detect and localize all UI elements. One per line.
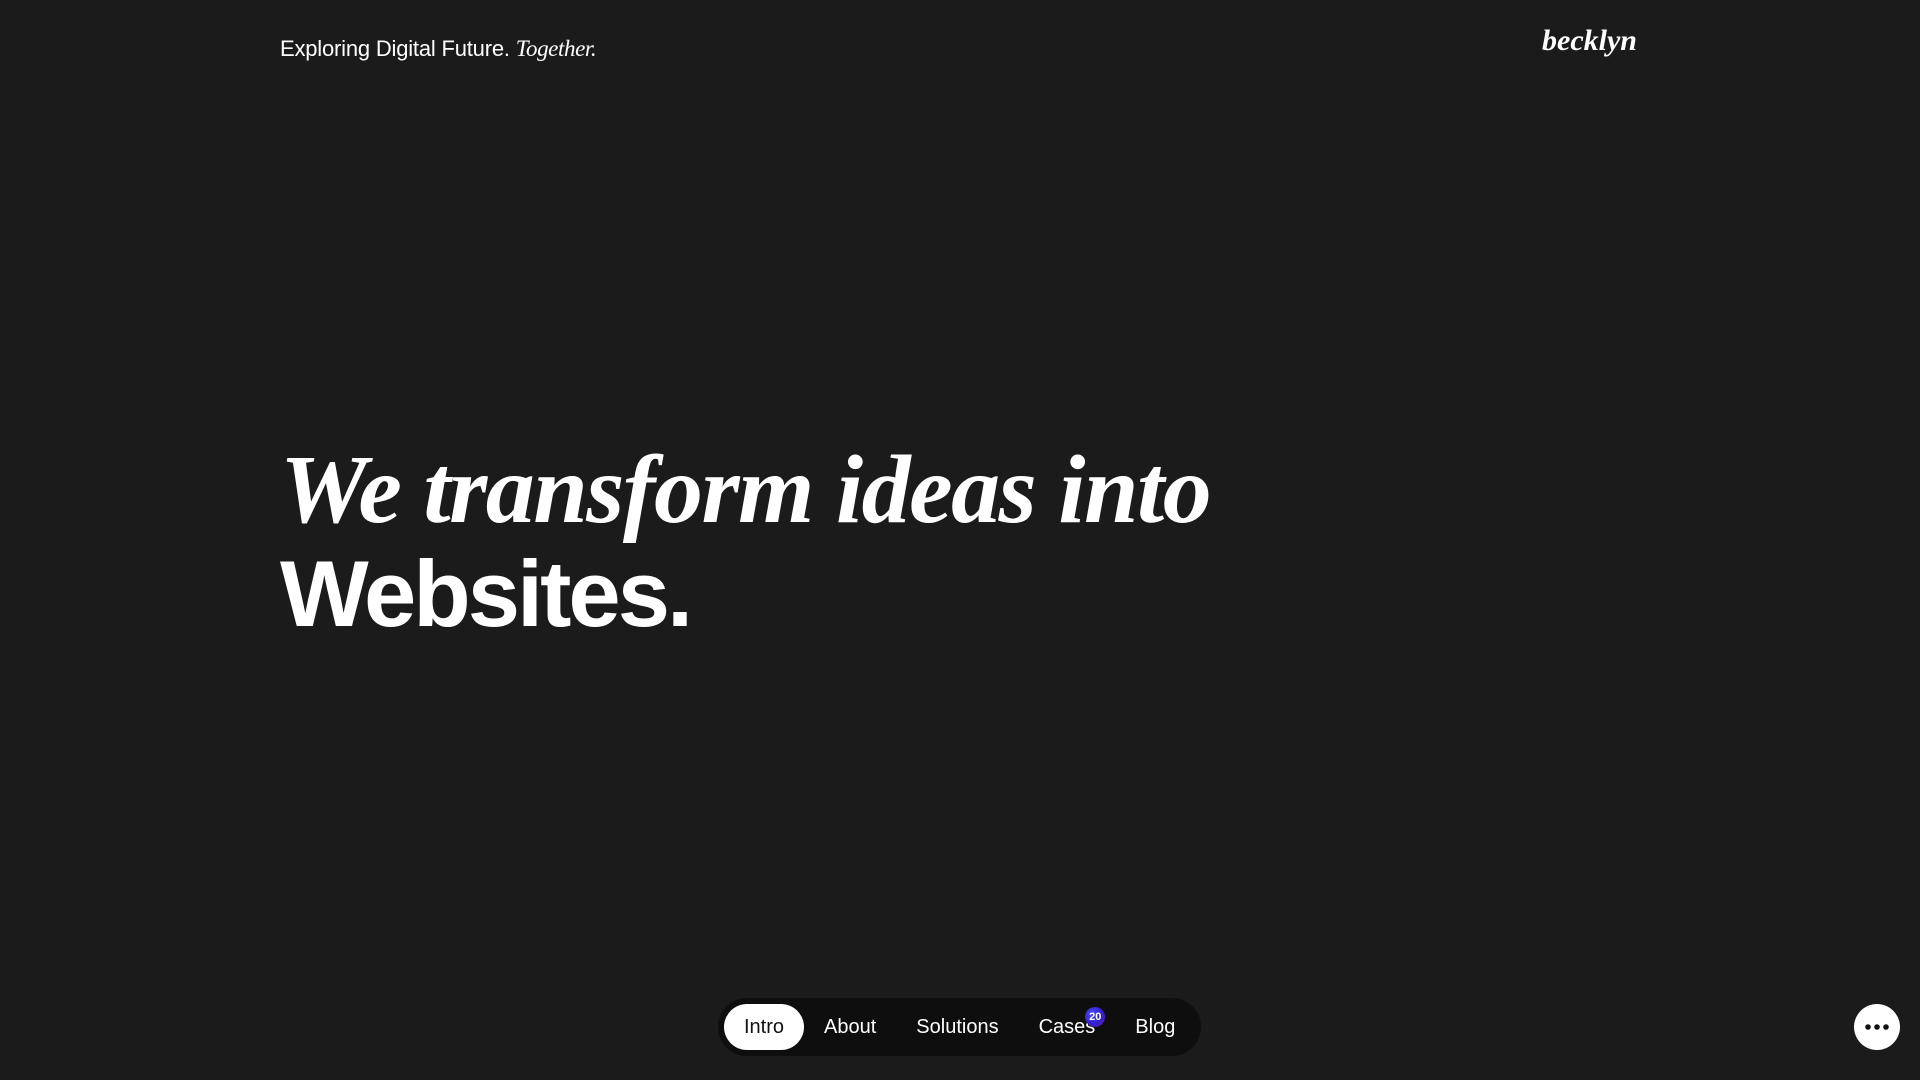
- hero-heading-line2: Websites.: [280, 541, 693, 646]
- nav-item-cases[interactable]: Cases 20: [1019, 1004, 1116, 1050]
- becklyn-logo[interactable]: becklyn: [1540, 24, 1644, 64]
- cases-count-badge: 20: [1085, 1007, 1106, 1027]
- page: Exploring Digital Future. Together. beck…: [0, 0, 1920, 1080]
- site-tagline: Exploring Digital Future. Together.: [280, 34, 597, 64]
- nav-item-intro[interactable]: Intro: [724, 1004, 805, 1050]
- hero-heading: We transform ideas into Websites.: [280, 436, 1212, 646]
- more-menu-button[interactable]: [1854, 1004, 1900, 1050]
- bottom-navigation: Intro About Solutions Cases 20 Blog: [718, 998, 1201, 1056]
- nav-item-about[interactable]: About: [804, 1004, 896, 1050]
- nav-item-label: Solutions: [916, 1015, 999, 1038]
- logo-text: becklyn: [1542, 24, 1637, 57]
- more-dots-icon: [1865, 1024, 1889, 1030]
- nav-item-label: About: [824, 1015, 877, 1038]
- tagline-emphasis: Together.: [515, 36, 597, 61]
- tagline-text: Exploring Digital Future.: [280, 36, 510, 61]
- nav-item-label: Intro: [744, 1015, 785, 1038]
- nav-item-solutions[interactable]: Solutions: [896, 1004, 1018, 1050]
- nav-item-blog[interactable]: Blog: [1115, 1004, 1195, 1050]
- hero-heading-line1: We transform ideas into: [280, 436, 1212, 544]
- nav-item-label: Blog: [1135, 1015, 1176, 1038]
- becklyn-logo-wordmark: becklyn: [1542, 24, 1637, 57]
